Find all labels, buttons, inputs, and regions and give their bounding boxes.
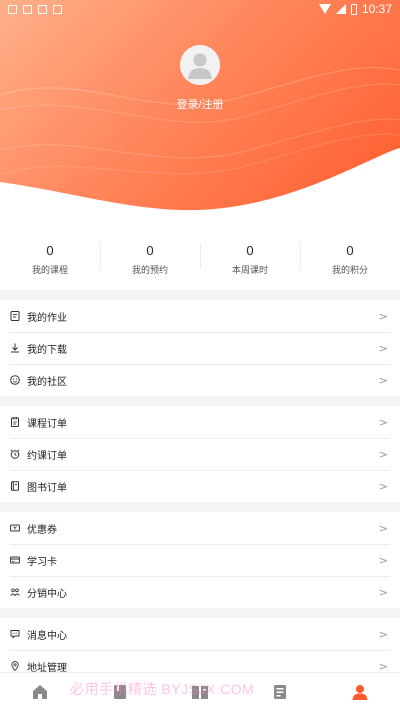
chevron-right-icon: > (378, 341, 388, 355)
tab-home[interactable] (0, 673, 80, 710)
menu-item-downloads[interactable]: 我的下载 > (0, 332, 400, 364)
message-icon (10, 629, 20, 639)
profile-header: 10:37 登录/注册 (0, 0, 400, 225)
menu-item-course-orders[interactable]: 课程订单 > (0, 406, 400, 438)
battery-icon (350, 3, 357, 15)
chevron-right-icon: > (378, 627, 388, 641)
course-order-icon (10, 417, 20, 427)
menu-group-orders: 课程订单 > 约课订单 > 图书订单 > (0, 406, 400, 502)
user-avatar-icon (180, 45, 220, 85)
notification-icon (53, 4, 62, 14)
header-waves (0, 67, 400, 225)
bottom-tab-bar (0, 672, 400, 710)
chevron-right-icon: > (378, 659, 388, 673)
menu-item-label: 优惠券 (27, 524, 57, 536)
course-icon (114, 684, 126, 699)
chevron-right-icon: > (378, 521, 388, 535)
stat-label: 我的预约 (131, 265, 168, 275)
menu-item-label: 课程订单 (27, 418, 67, 430)
tab-profile[interactable] (320, 673, 400, 710)
menu-group-learning: 我的作业 > 我的下载 > 我的社区 > (0, 300, 400, 396)
stat-label: 我的积分 (331, 265, 368, 275)
system-icons: 10:37 (318, 2, 392, 16)
tab-courses[interactable] (80, 673, 160, 710)
profile-icon (352, 684, 368, 700)
tab-reading[interactable] (160, 673, 240, 710)
chevron-right-icon: > (378, 309, 388, 323)
menu-item-label: 约课订单 (27, 450, 67, 462)
notification-icon (38, 4, 47, 14)
alarm-icon (10, 449, 20, 459)
stat-my-courses[interactable]: 0 我的课程 (0, 225, 100, 290)
stat-value: 0 (246, 243, 254, 258)
notification-icon (8, 4, 17, 14)
homework-icon (10, 311, 20, 321)
menu-item-label: 消息中心 (27, 630, 67, 642)
login-register-link[interactable]: 登录/注册 (0, 96, 400, 112)
status-time: 10:37 (361, 2, 392, 16)
book-icon (10, 481, 20, 491)
reading-icon (192, 685, 208, 699)
card-icon (10, 555, 20, 565)
notification-icons (8, 4, 62, 14)
status-bar: 10:37 (0, 0, 400, 18)
chevron-right-icon: > (378, 479, 388, 493)
menu-item-label: 我的下载 (27, 344, 67, 356)
chevron-right-icon: > (378, 585, 388, 599)
document-icon (274, 684, 286, 699)
menu-item-label: 我的社区 (27, 376, 67, 388)
location-icon (10, 661, 20, 671)
menu-item-label: 学习卡 (27, 556, 57, 568)
distribution-icon (10, 587, 20, 597)
menu-item-study-card[interactable]: 学习卡 > (0, 544, 400, 576)
avatar[interactable] (180, 45, 220, 85)
menu-item-book-orders[interactable]: 图书订单 > (0, 470, 400, 502)
stats-panel: 0 我的课程 0 我的预约 0 本周课时 0 我的积分 (0, 225, 400, 290)
menu-item-messages[interactable]: 消息中心 > (0, 618, 400, 650)
menu-item-booking-orders[interactable]: 约课订单 > (0, 438, 400, 470)
menu-item-label: 图书订单 (27, 482, 67, 494)
menu-item-label: 分销中心 (27, 588, 67, 600)
stat-value: 0 (46, 243, 54, 258)
stat-label: 我的课程 (31, 265, 68, 275)
download-icon (10, 343, 20, 353)
chevron-right-icon: > (378, 415, 388, 429)
menu-item-community[interactable]: 我的社区 > (0, 364, 400, 396)
home-icon (33, 684, 47, 699)
signal-icon (335, 4, 346, 14)
menu-group-benefits: 优惠券 > 学习卡 > 分销中心 > (0, 512, 400, 608)
menu-item-coupons[interactable]: 优惠券 > (0, 512, 400, 544)
menu-item-label: 我的作业 (27, 312, 67, 324)
menu-item-homework[interactable]: 我的作业 > (0, 300, 400, 332)
community-icon (10, 375, 20, 385)
coupon-icon (10, 523, 20, 533)
chevron-right-icon: > (378, 373, 388, 387)
chevron-right-icon: > (378, 553, 388, 567)
chevron-right-icon: > (378, 447, 388, 461)
stat-value: 0 (146, 243, 154, 258)
notification-icon (23, 4, 32, 14)
stat-label: 本周课时 (231, 265, 268, 275)
stat-weekly-hours[interactable]: 0 本周课时 (200, 225, 300, 290)
stat-value: 0 (346, 243, 354, 258)
stat-my-points[interactable]: 0 我的积分 (300, 225, 400, 290)
stat-my-bookings[interactable]: 0 我的预约 (100, 225, 200, 290)
wifi-icon (318, 4, 331, 14)
menu-item-distribution-center[interactable]: 分销中心 > (0, 576, 400, 608)
tab-documents[interactable] (240, 673, 320, 710)
